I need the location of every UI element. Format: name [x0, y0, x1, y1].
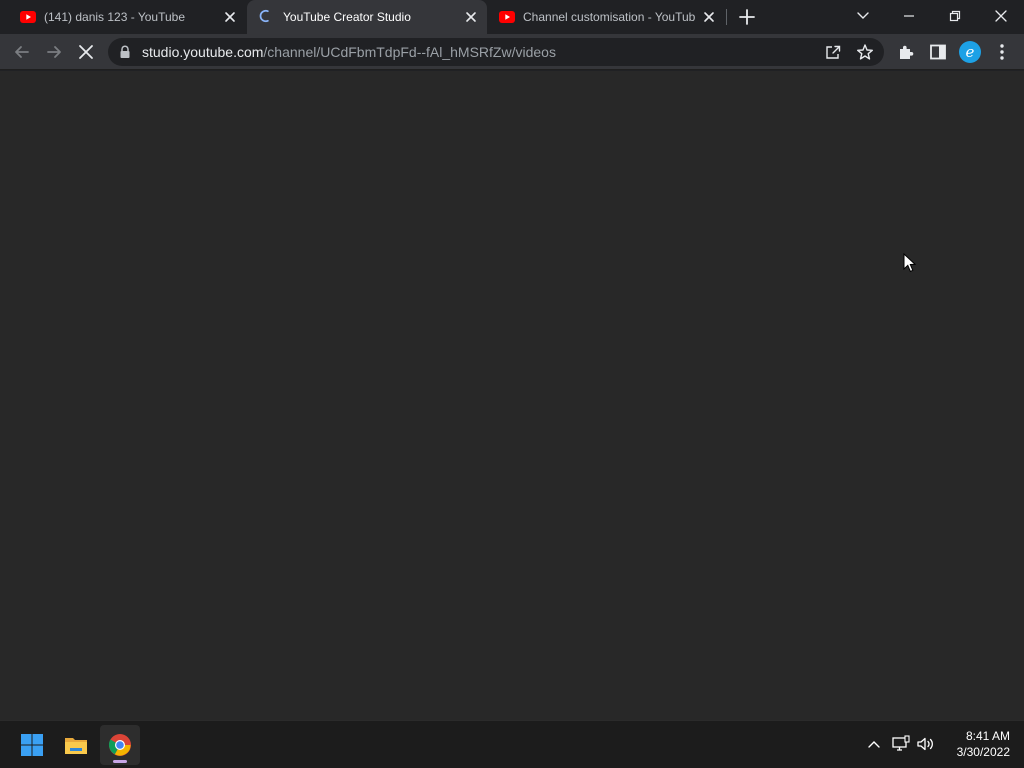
clock-date: 3/30/2022 — [956, 745, 1010, 759]
browser-toolbar: studio.youtube.com/channel/UCdFbmTdpFd--… — [0, 34, 1024, 70]
url-text[interactable]: studio.youtube.com/channel/UCdFbmTdpFd--… — [142, 45, 556, 60]
extensions-puzzle-icon[interactable] — [896, 42, 916, 62]
bookmark-star-icon[interactable] — [856, 43, 874, 61]
address-bar[interactable]: studio.youtube.com/channel/UCdFbmTdpFd--… — [108, 38, 884, 66]
tab-strip: (141) danis 123 - YouTube YouTube Creato… — [0, 0, 1024, 34]
tab-channel-customisation[interactable]: Channel customisation - YouTube — [487, 0, 725, 34]
chrome-icon — [108, 734, 131, 756]
close-tab-icon[interactable] — [701, 9, 717, 25]
mouse-cursor-icon — [903, 253, 916, 273]
chevron-up-icon[interactable] — [864, 734, 884, 754]
file-explorer-icon — [65, 738, 87, 754]
file-explorer-button[interactable] — [56, 725, 96, 765]
tab-search-chevron-icon[interactable] — [851, 5, 875, 27]
network-icon[interactable] — [891, 734, 911, 754]
youtube-icon — [499, 11, 515, 23]
page-content — [0, 71, 1024, 720]
stop-loading-icon[interactable] — [76, 42, 96, 62]
share-icon[interactable] — [824, 44, 842, 60]
lock-icon[interactable] — [119, 45, 131, 59]
system-clock[interactable]: 8:41 AM 3/30/2022 — [940, 728, 1010, 760]
new-tab-icon[interactable] — [738, 8, 756, 26]
loading-spinner-icon — [259, 9, 269, 23]
chrome-taskbar-button[interactable] — [100, 725, 140, 765]
tab-title: YouTube Creator Studio — [283, 10, 411, 24]
close-tab-icon[interactable] — [222, 9, 238, 25]
youtube-icon — [20, 11, 36, 23]
tab-title: (141) danis 123 - YouTube — [44, 10, 185, 24]
back-arrow-icon[interactable] — [12, 42, 32, 62]
side-panel-icon[interactable] — [928, 42, 948, 62]
windows-start-icon — [21, 734, 43, 756]
active-app-indicator — [113, 760, 127, 763]
screen: (141) danis 123 - YouTube YouTube Creato… — [0, 0, 1024, 768]
volume-icon[interactable] — [916, 734, 936, 754]
tab-separator — [726, 9, 727, 25]
clock-time: 8:41 AM — [965, 729, 1010, 743]
start-button[interactable] — [12, 725, 52, 765]
more-menu-icon[interactable] — [992, 42, 1012, 62]
tab-youtube-creator-studio[interactable]: YouTube Creator Studio — [247, 0, 487, 34]
tab-youtube-home[interactable]: (141) danis 123 - YouTube — [8, 0, 246, 34]
close-window-icon[interactable] — [989, 5, 1013, 27]
minimize-icon[interactable] — [897, 5, 921, 27]
profile-avatar[interactable]: e — [959, 41, 981, 63]
forward-arrow-icon[interactable] — [44, 42, 64, 62]
restore-icon[interactable] — [943, 5, 967, 27]
url-host: studio.youtube.com — [142, 44, 264, 60]
tab-title: Channel customisation - YouTube — [523, 10, 695, 24]
url-path: /channel/UCdFbmTdpFd--fAl_hMSRfZw/videos — [263, 44, 556, 60]
close-tab-icon[interactable] — [463, 9, 479, 25]
